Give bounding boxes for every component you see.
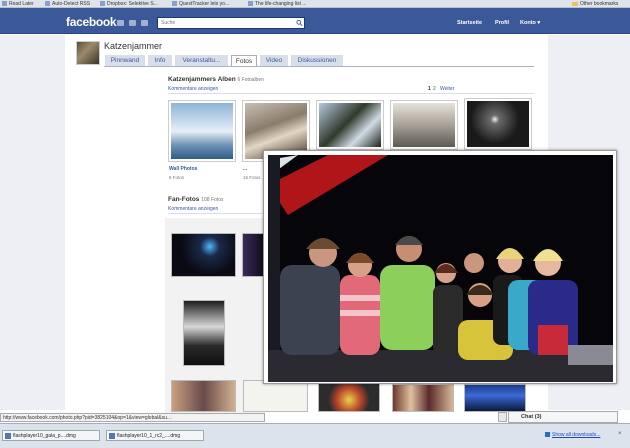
bookmark-auto-detect-rss[interactable]: Auto-Detect RSS [45,0,91,7]
fan-photo-5[interactable] [243,380,308,412]
chat-label: Chat (3) [521,414,542,420]
band-photo [268,155,613,382]
bookmark-icon [2,1,7,7]
album-wall-photos-name[interactable]: Wall Photos [169,166,197,172]
downloads-bar: flashplayer10_gala_p....dmg flashplayer1… [0,423,630,448]
chat-button[interactable]: Chat (3) [508,411,618,423]
pager-current: 1 [428,86,431,92]
download-filename: flashplayer10_gala_p....dmg [13,433,76,439]
bookmark-label: Read Later [9,1,34,7]
close-icon[interactable]: × [618,431,622,437]
file-icon [109,433,115,439]
fan-photo-8[interactable] [464,384,526,412]
album-5-cover[interactable] [464,98,532,150]
album-2-name[interactable]: ... [243,166,247,172]
fan-photo-4[interactable] [171,380,236,412]
download-filename: flashplayer10_1_rc2_....dmg [117,433,181,439]
download-arrow-icon [545,432,550,437]
section-divider [168,93,534,94]
album-wall-photos-count: 8 Fotos [169,175,185,180]
band-photo-illustration [268,155,613,382]
bookmark-dropbox[interactable]: Dropbox: Selektive S... [100,0,158,7]
albums-title: Katzenjammers Alben 6 Fotoalben [168,76,264,83]
nav-account[interactable]: Konto ▾ [520,19,540,27]
chat-settings-icon[interactable] [498,412,507,422]
friend-requests-icon[interactable] [117,20,124,26]
search-input[interactable]: Suche [157,17,305,29]
profile-name[interactable]: Katzenjammer [104,41,162,51]
bookmark-label: QuestTracker lets yo... [179,1,230,7]
bookmark-life-changing-list[interactable]: The life-changing list ... [248,0,307,7]
status-bar-url: http://www.facebook.com/photo.php?pid=38… [0,413,265,422]
bookmark-label: Auto-Detect RSS [52,1,91,7]
pager-page-2[interactable]: 2 [433,86,436,92]
bookmark-icon [248,1,253,7]
bookmark-label: Other bookmarks [580,1,619,7]
fan-photos-title-text: Fan-Fotos [168,196,200,203]
fan-photo-2[interactable] [242,233,264,277]
download-item-1[interactable]: flashplayer10_gala_p....dmg [2,430,100,441]
fan-photos-comments-link[interactable]: Kommentare anzeigen [168,206,218,212]
fan-photo-6[interactable] [318,382,380,412]
bookmark-icon [45,1,50,7]
album-4-cover[interactable] [390,100,458,150]
tab-divider [104,66,534,67]
profile-avatar[interactable] [76,41,100,65]
messages-icon[interactable] [129,20,136,26]
bookmark-label: The life-changing list ... [255,1,307,7]
fan-photo-3[interactable] [183,300,225,366]
albums-count: 6 Fotoalben [237,77,264,83]
facebook-header: facebook Suche Startseite Profil Konto ▾ [0,8,630,34]
bookmark-questtracker[interactable]: QuestTracker lets yo... [172,0,230,7]
nav-profile[interactable]: Profil [495,19,509,27]
album-3-cover[interactable] [316,100,384,150]
show-all-downloads-link[interactable]: Show all downloads... [552,432,600,438]
notifications-icon[interactable] [141,20,148,26]
pager-next[interactable]: Weiter [440,86,454,92]
fan-photo-1[interactable] [171,233,236,277]
fan-photos-title: Fan-Fotos 108 Fotos [168,196,223,203]
bookmark-label: Dropbox: Selektive S... [107,1,158,7]
albums-comments-link[interactable]: Kommentare anzeigen [168,86,218,92]
nav-home[interactable]: Startseite [457,19,482,27]
album-2-count: 16 Fotos [243,175,261,180]
folder-icon [572,1,578,6]
download-item-2[interactable]: flashplayer10_1_rc2_....dmg [106,430,204,441]
bookmark-read-later[interactable]: Read Later [2,0,34,7]
bookmarks-bar: Read Later Auto-Detect RSS Dropbox: Sele… [0,0,630,8]
search-icon[interactable] [296,19,303,27]
bookmark-icon [172,1,177,7]
album-wall-photos-cover[interactable] [168,100,236,162]
photo-hover-preview[interactable] [263,150,617,384]
albums-title-text: Katzenjammers Alben [168,76,236,83]
fan-photos-count: 108 Fotos [201,197,224,203]
other-bookmarks[interactable]: Other bookmarks [572,0,619,7]
fan-photo-7[interactable] [392,384,454,412]
facebook-logo[interactable]: facebook [66,15,117,29]
file-icon [5,433,11,439]
bookmark-icon [100,1,105,7]
